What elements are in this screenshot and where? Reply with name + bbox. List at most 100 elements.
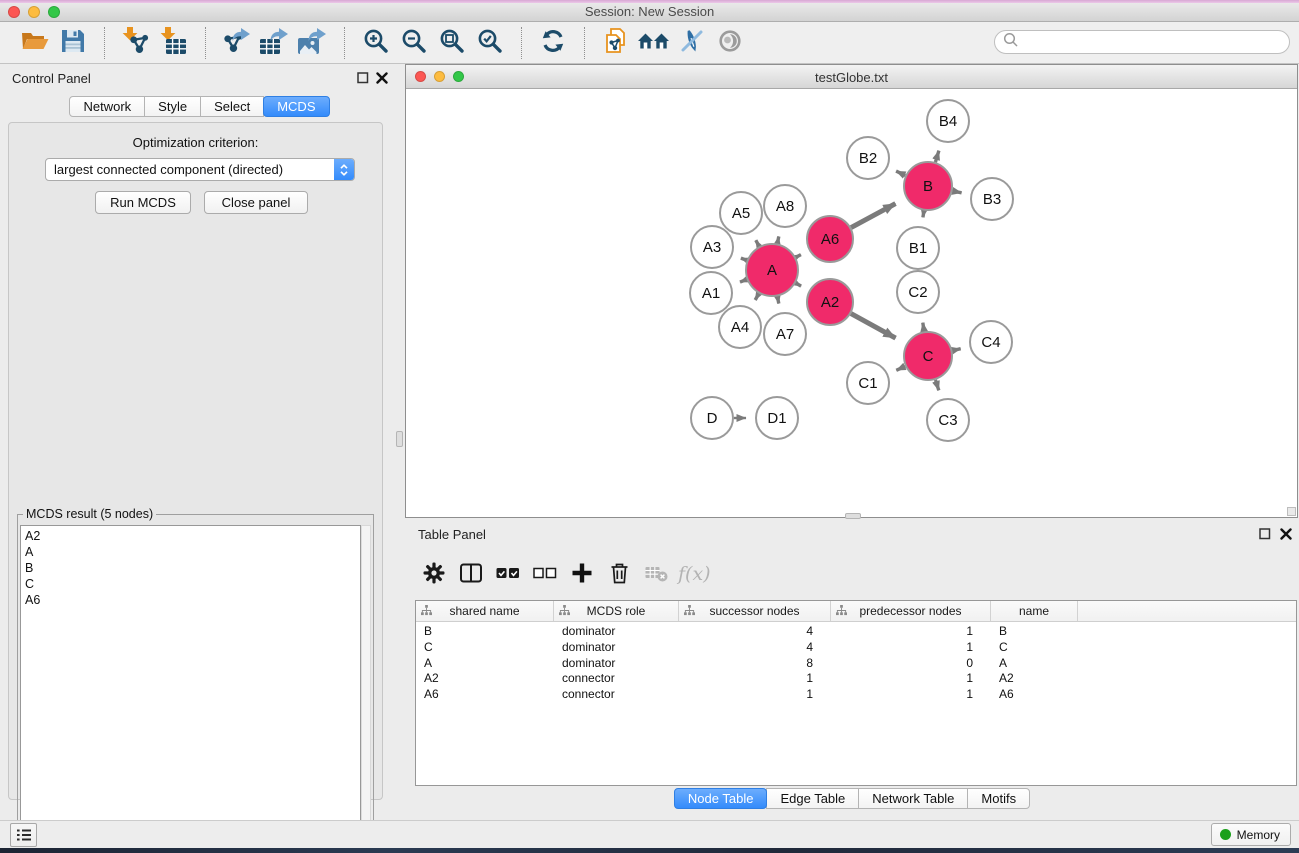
table-cell[interactable]: A2 [416, 671, 554, 687]
column-header-shared-name[interactable]: shared name [416, 601, 554, 621]
graph-edge-C-C2[interactable] [923, 323, 924, 332]
graph-node-B3[interactable]: B3 [971, 178, 1013, 220]
graph-edge-A-A7[interactable] [777, 297, 778, 304]
graph-node-A[interactable]: A [746, 244, 798, 296]
graph-node-A1[interactable]: A1 [690, 272, 732, 314]
table-cell[interactable]: 1 [831, 687, 991, 703]
graph-edge-A-A6[interactable] [796, 255, 801, 258]
graph-node-A6[interactable]: A6 [807, 216, 853, 262]
save-session-button[interactable] [54, 25, 92, 61]
tab-motifs[interactable]: Motifs [967, 788, 1030, 809]
table-cell[interactable]: C [416, 640, 554, 656]
graph-edge-C-C1[interactable] [896, 366, 905, 370]
delete-column-button[interactable] [604, 558, 634, 590]
mcds-result-item[interactable]: A [21, 544, 360, 560]
network-window-titlebar[interactable]: testGlobe.txt [406, 65, 1297, 89]
table-cell[interactable]: A2 [991, 671, 1078, 687]
table-cell[interactable]: A [416, 656, 554, 672]
table-cell[interactable]: dominator [554, 640, 679, 656]
column-header-predecessor-nodes[interactable]: predecessor nodes [831, 601, 991, 621]
table-cell[interactable]: dominator [554, 624, 679, 640]
export-table-button[interactable] [256, 25, 294, 61]
tab-network[interactable]: Network [69, 96, 145, 117]
graph-node-A7[interactable]: A7 [764, 313, 806, 355]
graph-edge-B-B3[interactable] [953, 191, 962, 193]
table-cell[interactable]: 1 [679, 671, 831, 687]
table-cell[interactable]: 1 [679, 687, 831, 703]
refresh-button[interactable] [534, 25, 572, 61]
table-row[interactable]: Adominator80A [416, 656, 1296, 672]
close-table-panel-icon[interactable] [1279, 528, 1292, 541]
graph-edge-A-A8[interactable] [777, 236, 778, 243]
graph-node-A3[interactable]: A3 [691, 226, 733, 268]
graph-edge-A-A2[interactable] [796, 283, 802, 286]
graph-node-D[interactable]: D [691, 397, 733, 439]
table-cell[interactable]: connector [554, 687, 679, 703]
table-cell[interactable]: 1 [831, 624, 991, 640]
graph-node-C[interactable]: C [904, 332, 952, 380]
table-row[interactable]: Bdominator41B [416, 624, 1296, 640]
run-mcds-button[interactable]: Run MCDS [95, 191, 191, 214]
optimization-criterion-dropdown[interactable]: largest connected component (directed) [45, 158, 355, 181]
zoom-in-button[interactable] [357, 25, 395, 61]
vertical-splitter-grip[interactable] [396, 431, 403, 447]
graph-edge-C-C4[interactable] [952, 349, 960, 351]
table-cell[interactable]: 4 [679, 624, 831, 640]
table-cell[interactable]: 0 [831, 656, 991, 672]
table-cell[interactable]: A6 [991, 687, 1078, 703]
table-cell[interactable]: 8 [679, 656, 831, 672]
graph-edge-A-A3[interactable] [741, 258, 747, 260]
mcds-result-item[interactable]: C [21, 576, 360, 592]
table-cell[interactable]: 1 [831, 640, 991, 656]
tab-edge-table[interactable]: Edge Table [766, 788, 859, 809]
float-panel-icon[interactable] [356, 72, 369, 85]
add-column-button[interactable] [567, 558, 597, 590]
graph-edge-A-A4[interactable] [755, 294, 759, 301]
float-table-panel-icon[interactable] [1258, 528, 1271, 541]
table-settings-button[interactable] [419, 558, 449, 590]
copy-network-button[interactable] [597, 25, 635, 61]
show-details-button[interactable] [711, 25, 749, 61]
graph-edge-A6-B[interactable] [851, 204, 895, 228]
table-cell[interactable]: B [416, 624, 554, 640]
table-cell[interactable]: 1 [831, 671, 991, 687]
graph-edge-B-B4[interactable] [935, 151, 939, 163]
table-cell[interactable]: B [991, 624, 1078, 640]
table-cell[interactable]: connector [554, 671, 679, 687]
split-panel-button[interactable] [456, 558, 486, 590]
zoom-selected-button[interactable] [471, 25, 509, 61]
close-panel-button[interactable]: Close panel [204, 191, 308, 214]
table-cell[interactable]: dominator [554, 656, 679, 672]
table-cell[interactable]: C [991, 640, 1078, 656]
graph-node-C3[interactable]: C3 [927, 399, 969, 441]
window-titlebar[interactable]: Session: New Session [0, 0, 1299, 22]
mcds-result-item[interactable]: A2 [21, 528, 360, 544]
network-canvas[interactable]: B4 B2 B B3 B1 A5 A8 A6 A3 A A1 C2 A4 [407, 90, 1297, 517]
tab-style[interactable]: Style [144, 96, 201, 117]
graph-edge-B-B2[interactable] [896, 171, 905, 175]
import-network-button[interactable] [117, 25, 155, 61]
graph-node-A2[interactable]: A2 [807, 279, 853, 325]
graph-node-A8[interactable]: A8 [764, 185, 806, 227]
tab-mcds[interactable]: MCDS [263, 96, 329, 117]
graph-node-B1[interactable]: B1 [897, 227, 939, 269]
import-table-button[interactable] [155, 25, 193, 61]
graph-edge-B-B1[interactable] [923, 211, 924, 218]
column-header-successor-nodes[interactable]: successor nodes [679, 601, 831, 621]
column-header-name[interactable]: name [991, 601, 1078, 621]
table-row[interactable]: Cdominator41C [416, 640, 1296, 656]
graph-edge-A2-C[interactable] [851, 314, 896, 339]
function-builder-button[interactable]: f(x) [678, 558, 711, 590]
tab-select[interactable]: Select [200, 96, 264, 117]
graph-edge-C-C3[interactable] [936, 380, 939, 391]
graph-node-A4[interactable]: A4 [719, 306, 761, 348]
hide-details-button[interactable] [673, 25, 711, 61]
mcds-result-item[interactable]: B [21, 560, 360, 576]
horizontal-splitter-grip[interactable] [845, 513, 861, 519]
export-network-button[interactable] [218, 25, 256, 61]
task-history-button[interactable] [10, 823, 37, 847]
graph-edge-A-A1[interactable] [740, 280, 747, 283]
first-neighbors-button[interactable] [635, 25, 673, 61]
zoom-out-button[interactable] [395, 25, 433, 61]
tab-network-table[interactable]: Network Table [858, 788, 968, 809]
